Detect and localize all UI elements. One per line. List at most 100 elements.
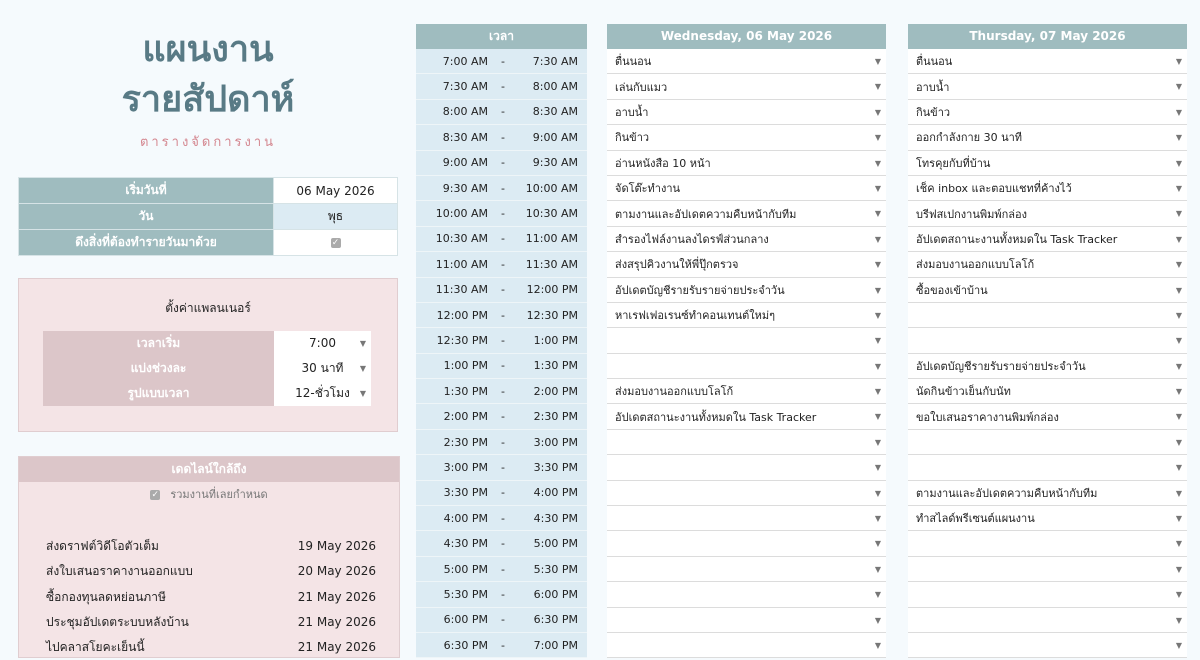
- slot-end: 10:00 AM: [525, 181, 578, 195]
- day-column-wednesday: Wednesday, 06 May 2026 ตื่นนอน ▼ เล่นกับแม…: [607, 24, 886, 659]
- time-format-select[interactable]: 12-ชั่วโมง ▼: [274, 381, 371, 406]
- task-dropdown-cell[interactable]: ▼: [908, 556, 1187, 583]
- slot-end: 12:00 PM: [526, 283, 578, 297]
- start-date-input[interactable]: 06 May 2026: [273, 177, 398, 204]
- slot-end: 1:00 PM: [533, 333, 578, 347]
- task-dropdown-cell[interactable]: ตามงานและอัปเดตความคืบหน้ากับทีม ▼: [908, 480, 1187, 507]
- chevron-down-icon: ▼: [359, 339, 366, 348]
- task-dropdown-cell[interactable]: ▼: [607, 531, 886, 557]
- task-dropdown-cell[interactable]: กินข้าว ▼: [607, 125, 886, 151]
- task-dropdown-cell[interactable]: ▼: [908, 429, 1187, 456]
- task-dropdown-cell[interactable]: ▼: [607, 328, 886, 354]
- deadline-item: ส่งดราฟต์วิดีโอตัวเต็ม 19 May 2026: [46, 534, 376, 559]
- include-overdue-row: ✓ รวมงานที่เลยกำหนด: [19, 482, 399, 508]
- task-dropdown-cell[interactable]: ▼: [607, 607, 886, 633]
- slot-dash: -: [501, 384, 505, 398]
- deadline-date: 20 May 2026: [297, 564, 376, 578]
- task-dropdown-cell[interactable]: ▼: [607, 632, 886, 659]
- task-text: ตามงานและอัปเดตความคืบหน้ากับทีม: [916, 486, 1098, 500]
- task-text: กินข้าว: [615, 131, 650, 145]
- chevron-down-icon: ▼: [1175, 412, 1182, 422]
- chevron-down-icon: ▼: [874, 310, 881, 320]
- day-column-thursday: Thursday, 07 May 2026 ตื่นนอน ▼ อาบน้ำ ▼ กิน…: [908, 24, 1187, 659]
- deadline-task: ไปคลาสโยคะเย็นนี้: [46, 640, 145, 654]
- slot-end: 1:30 PM: [533, 359, 578, 373]
- task-dropdown-cell[interactable]: กินข้าว ▼: [908, 99, 1187, 126]
- task-dropdown-cell[interactable]: ตามงานและอัปเดตความคืบหน้ากับทีม ▼: [607, 201, 886, 227]
- task-dropdown-cell[interactable]: ▼: [908, 531, 1187, 557]
- task-text: ทำสไลด์พรีเซนต์แผนงาน: [916, 512, 1035, 526]
- task-dropdown-cell[interactable]: ▼: [607, 506, 886, 532]
- deadline-task: ประชุมอัปเดตระบบหลังบ้าน: [46, 615, 189, 629]
- task-dropdown-cell[interactable]: ส่งมอบงานออกแบบโลโก้ ▼: [908, 252, 1187, 278]
- start-time-select[interactable]: 7:00 ▼: [274, 331, 371, 356]
- task-dropdown-cell[interactable]: อัปเดตบัญชีรายรับรายจ่ายประจำวัน ▼: [607, 277, 886, 303]
- task-dropdown-cell[interactable]: ▼: [607, 556, 886, 583]
- chevron-down-icon: ▼: [874, 234, 881, 244]
- task-dropdown-cell[interactable]: ส่งมอบงานออกแบบโลโก้ ▼: [607, 379, 886, 405]
- task-text: ขอใบเสนอราคางานพิมพ์กล่อง: [916, 410, 1059, 424]
- time-format-value: 12-ชั่วโมง: [295, 386, 350, 400]
- page-title-line1: แผนงาน: [142, 29, 274, 70]
- task-dropdown-cell[interactable]: ▼: [908, 455, 1187, 481]
- time-slot-row: 9:30 AM - 10:00 AM: [416, 175, 587, 202]
- task-dropdown-cell[interactable]: อัปเดตสถานะงานทั้งหมดใน Task Tracker ▼: [607, 404, 886, 430]
- task-dropdown-cell[interactable]: เล่นกับแมว ▼: [607, 74, 886, 100]
- task-dropdown-cell[interactable]: ▼: [607, 480, 886, 507]
- include-overdue-checkbox[interactable]: ✓: [150, 490, 161, 500]
- task-dropdown-cell[interactable]: ▼: [908, 607, 1187, 633]
- chevron-down-icon: ▼: [874, 57, 881, 66]
- task-dropdown-cell[interactable]: อ่านหนังสือ 10 หน้า ▼: [607, 150, 886, 176]
- chevron-down-icon: ▼: [1175, 463, 1182, 473]
- task-dropdown-cell[interactable]: ▼: [607, 582, 886, 608]
- chevron-down-icon: ▼: [1175, 209, 1182, 219]
- task-dropdown-cell[interactable]: อาบน้ำ ▼: [607, 99, 886, 126]
- task-dropdown-cell[interactable]: ▼: [908, 328, 1187, 354]
- task-dropdown-cell[interactable]: ทำสไลด์พรีเซนต์แผนงาน ▼: [908, 506, 1187, 532]
- day-value: พุธ: [273, 203, 398, 230]
- task-dropdown-cell[interactable]: ขอใบเสนอราคางานพิมพ์กล่อง ▼: [908, 404, 1187, 430]
- slot-start: 12:00 PM: [436, 308, 488, 322]
- task-dropdown-cell[interactable]: เช็ค inbox และตอบแชทที่ค้างไว้ ▼: [908, 175, 1187, 202]
- time-slot-row: 12:00 PM - 12:30 PM: [416, 302, 587, 329]
- carry-over-checkbox[interactable]: ✓: [330, 238, 341, 248]
- task-dropdown-cell[interactable]: ซื้อของเข้าบ้าน ▼: [908, 277, 1187, 303]
- chevron-down-icon: ▼: [1175, 285, 1182, 295]
- slot-dash: -: [501, 613, 505, 627]
- slot-start: 3:00 PM: [443, 460, 488, 474]
- deadline-date: 19 May 2026: [297, 539, 376, 553]
- slot-end: 4:30 PM: [533, 511, 578, 525]
- task-dropdown-cell[interactable]: ตื่นนอน ▼: [607, 49, 886, 75]
- slot-dash: -: [501, 435, 505, 449]
- task-dropdown-cell[interactable]: อาบน้ำ ▼: [908, 74, 1187, 100]
- task-text: สำรองไฟล์งานลงไดรฟ์ส่วนกลาง: [615, 232, 769, 246]
- interval-value: 30 นาที: [301, 361, 344, 375]
- task-dropdown-cell[interactable]: ▼: [607, 429, 886, 456]
- task-dropdown-cell[interactable]: จัดโต๊ะทำงาน ▼: [607, 175, 886, 202]
- task-dropdown-cell[interactable]: ตื่นนอน ▼: [908, 49, 1187, 75]
- task-dropdown-cell[interactable]: ▼: [908, 632, 1187, 659]
- task-dropdown-cell[interactable]: ▼: [607, 353, 886, 380]
- task-dropdown-cell[interactable]: หาเรฟเฟอเรนซ์ทำคอนเทนต์ใหม่ๆ ▼: [607, 302, 886, 329]
- chevron-down-icon: ▼: [874, 514, 881, 524]
- task-dropdown-cell[interactable]: ส่งสรุปคิวงานให้พี่ปุ๊กตรวจ ▼: [607, 252, 886, 278]
- task-dropdown-cell[interactable]: โทรคุยกับที่บ้าน ▼: [908, 150, 1187, 176]
- task-dropdown-cell[interactable]: ▼: [908, 302, 1187, 329]
- slot-start: 2:30 PM: [443, 435, 488, 449]
- deadline-item: ประชุมอัปเดตระบบหลังบ้าน 21 May 2026: [46, 610, 376, 635]
- slot-dash: -: [501, 359, 505, 373]
- slot-start: 9:30 AM: [442, 181, 488, 195]
- interval-select[interactable]: 30 นาที ▼: [274, 356, 371, 381]
- deadlines-panel: เดดไลน์ใกล้ถึง ✓ รวมงานที่เลยกำหนด ส่งดรา…: [18, 456, 400, 658]
- task-dropdown-cell[interactable]: ▼: [607, 455, 886, 481]
- task-dropdown-cell[interactable]: อัปเดตบัญชีรายรับรายจ่ายประจำวัน ▼: [908, 353, 1187, 380]
- task-dropdown-cell[interactable]: ▼: [908, 582, 1187, 608]
- task-dropdown-cell[interactable]: ออกกำลังกาย 30 นาที ▼: [908, 125, 1187, 151]
- task-dropdown-cell[interactable]: นัดกินข้าวเย็นกับนัท ▼: [908, 379, 1187, 405]
- task-dropdown-cell[interactable]: อัปเดตสถานะงานทั้งหมดใน Task Tracker ▼: [908, 226, 1187, 253]
- task-dropdown-cell[interactable]: สำรองไฟล์งานลงไดรฟ์ส่วนกลาง ▼: [607, 226, 886, 253]
- chevron-down-icon: ▼: [1175, 437, 1182, 447]
- time-slot-row: 6:30 PM - 7:00 PM: [416, 632, 587, 659]
- deadline-task: ส่งใบเสนอราคางานออกแบบ: [46, 564, 193, 578]
- task-dropdown-cell[interactable]: บรีฟสเปกงานพิมพ์กล่อง ▼: [908, 201, 1187, 227]
